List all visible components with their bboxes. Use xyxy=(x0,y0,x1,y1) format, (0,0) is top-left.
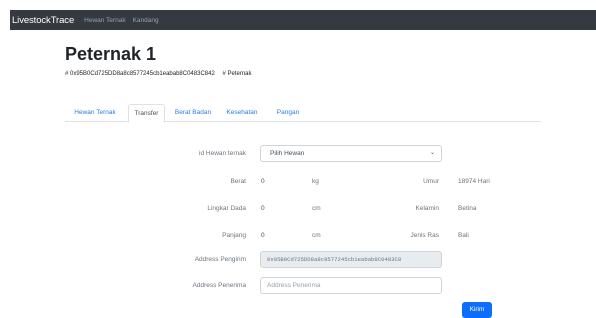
tab-bar: Hewan Ternak Transfer Berat Badan Keseha… xyxy=(65,104,541,123)
page-title: Peternak 1 xyxy=(65,44,157,64)
owner-info: # 0x95B0Cd725DD8a8c8577245cb1eabab8C0483… xyxy=(65,71,258,77)
top-navbar: LivestockTrace Hewan Ternak Kandang xyxy=(10,10,596,30)
berat-label: Berat xyxy=(230,178,246,185)
address-penerima-label: Address Penerima xyxy=(192,282,246,289)
tab-hewan-ternak[interactable]: Hewan Ternak xyxy=(65,104,125,122)
kelamin-label: Kelamin xyxy=(415,205,439,212)
panjang-unit: cm xyxy=(312,232,321,239)
tab-kesehatan[interactable]: Kesehatan xyxy=(219,104,265,122)
id-hewan-select[interactable]: Pilih Hewan ⌄ xyxy=(260,145,442,162)
berat-value: 0 xyxy=(261,178,265,185)
brand-logo[interactable]: LivestockTrace xyxy=(12,15,74,26)
tab-pangan[interactable]: Pangan xyxy=(269,104,307,122)
panjang-label: Panjang xyxy=(222,232,246,239)
address-pengirim-field: 0x95B0Cd725DD8a8c8577245cb1eabab8C0483C8 xyxy=(260,251,442,268)
kelamin-value: Betina xyxy=(458,205,477,212)
chevron-down-icon: ⌄ xyxy=(429,150,435,156)
lingkar-dada-value: 0 xyxy=(261,205,265,212)
jenis-ras-label: Jenis Ras xyxy=(410,232,439,239)
tab-transfer[interactable]: Transfer xyxy=(128,104,165,123)
lingkar-dada-label: Lingkar Dada xyxy=(207,205,246,212)
address-pengirim-label: Address Pengirim xyxy=(194,256,246,263)
umur-label: Umur xyxy=(423,178,439,185)
tab-berat-badan[interactable]: Berat Badan xyxy=(170,104,216,122)
id-hewan-label: id Hewan ternak xyxy=(199,150,246,157)
lingkar-dada-unit: cm xyxy=(312,205,321,212)
berat-unit: kg xyxy=(312,178,319,185)
id-hewan-selected: Pilih Hewan xyxy=(270,150,305,157)
nav-link-kandang[interactable]: Kandang xyxy=(133,17,159,24)
jenis-ras-value: Bali xyxy=(458,232,469,239)
kirim-button[interactable]: Kirim xyxy=(462,302,492,318)
wallet-address: # 0x95B0Cd725DD8a8c8577245cb1eabab8C0483… xyxy=(65,71,215,77)
role-label: # Peternak xyxy=(222,71,252,77)
umur-value: 18974 Hari xyxy=(458,178,490,185)
nav-link-hewan-ternak[interactable]: Hewan Ternak xyxy=(84,17,125,24)
address-penerima-input[interactable] xyxy=(260,277,442,294)
panjang-value: 0 xyxy=(261,232,265,239)
